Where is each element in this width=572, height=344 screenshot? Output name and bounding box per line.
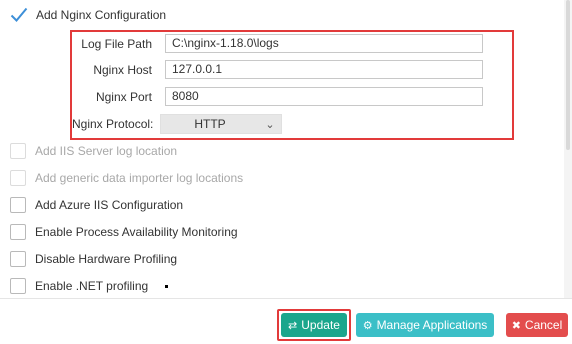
enable-process-checkbox[interactable] — [10, 224, 26, 240]
add-nginx-label: Add Nginx Configuration — [36, 8, 167, 22]
enable-process-label: Enable Process Availability Monitoring — [35, 225, 238, 239]
close-icon: ✖ — [511, 319, 521, 332]
enable-net-option[interactable]: Enable .NET profiling — [10, 276, 148, 296]
cursor-dot — [165, 285, 168, 288]
nginx-protocol-value: HTTP — [194, 117, 226, 131]
nginx-host-input[interactable]: 127.0.0.1 — [165, 60, 483, 79]
checkmark-icon[interactable] — [10, 6, 28, 24]
footer-divider — [0, 298, 572, 299]
nginx-host-label: Nginx Host — [93, 63, 152, 77]
add-generic-checkbox[interactable] — [10, 170, 26, 186]
add-iis-log-checkbox[interactable] — [10, 143, 26, 159]
log-file-path-row: Log File Path C:\nginx-1.18.0\logs — [72, 34, 483, 54]
add-iis-log-option[interactable]: Add IIS Server log location — [10, 141, 177, 161]
manage-applications-label: Manage Applications — [376, 318, 488, 332]
add-nginx-option[interactable]: Add Nginx Configuration — [10, 5, 166, 25]
nginx-port-label: Nginx Port — [95, 90, 152, 104]
add-generic-label: Add generic data importer log locations — [35, 171, 244, 185]
scrollbar-thumb[interactable] — [566, 0, 570, 150]
log-file-path-input[interactable]: C:\nginx-1.18.0\logs — [165, 34, 483, 53]
nginx-protocol-select[interactable]: HTTP ⌄ — [160, 114, 282, 134]
disable-hw-label: Disable Hardware Profiling — [35, 252, 178, 266]
disable-hw-option[interactable]: Disable Hardware Profiling — [10, 249, 177, 269]
cancel-button-label: Cancel — [524, 318, 563, 332]
add-generic-option[interactable]: Add generic data importer log locations — [10, 168, 243, 188]
nginx-protocol-label: Nginx Protocol: — [72, 117, 154, 131]
add-azure-checkbox[interactable] — [10, 197, 26, 213]
update-button-label: Update — [301, 318, 340, 332]
exchange-icon: ⇄ — [288, 319, 298, 332]
gears-icon: ⚙ — [362, 319, 373, 332]
log-file-path-label: Log File Path — [81, 37, 152, 51]
enable-net-checkbox[interactable] — [10, 278, 26, 294]
add-iis-log-label: Add IIS Server log location — [35, 144, 178, 158]
vertical-scrollbar[interactable] — [564, 0, 572, 298]
update-button[interactable]: ⇄ Update — [281, 313, 347, 337]
nginx-port-input[interactable]: 8080 — [165, 87, 483, 106]
nginx-host-row: Nginx Host 127.0.0.1 — [72, 60, 483, 80]
settings-panel: Add Nginx Configuration Log File Path C:… — [0, 0, 564, 298]
disable-hw-checkbox[interactable] — [10, 251, 26, 267]
add-azure-option[interactable]: Add Azure IIS Configuration — [10, 195, 183, 215]
enable-net-label: Enable .NET profiling — [35, 279, 149, 293]
chevron-down-icon: ⌄ — [265, 118, 275, 131]
nginx-config-group: Log File Path C:\nginx-1.18.0\logs Nginx… — [70, 30, 514, 140]
nginx-protocol-row: Nginx Protocol: HTTP ⌄ — [72, 114, 282, 134]
manage-applications-button[interactable]: ⚙ Manage Applications — [356, 313, 494, 337]
cancel-button[interactable]: ✖ Cancel — [506, 313, 568, 337]
enable-process-option[interactable]: Enable Process Availability Monitoring — [10, 222, 238, 242]
add-azure-label: Add Azure IIS Configuration — [35, 198, 184, 212]
nginx-port-row: Nginx Port 8080 — [72, 87, 483, 107]
